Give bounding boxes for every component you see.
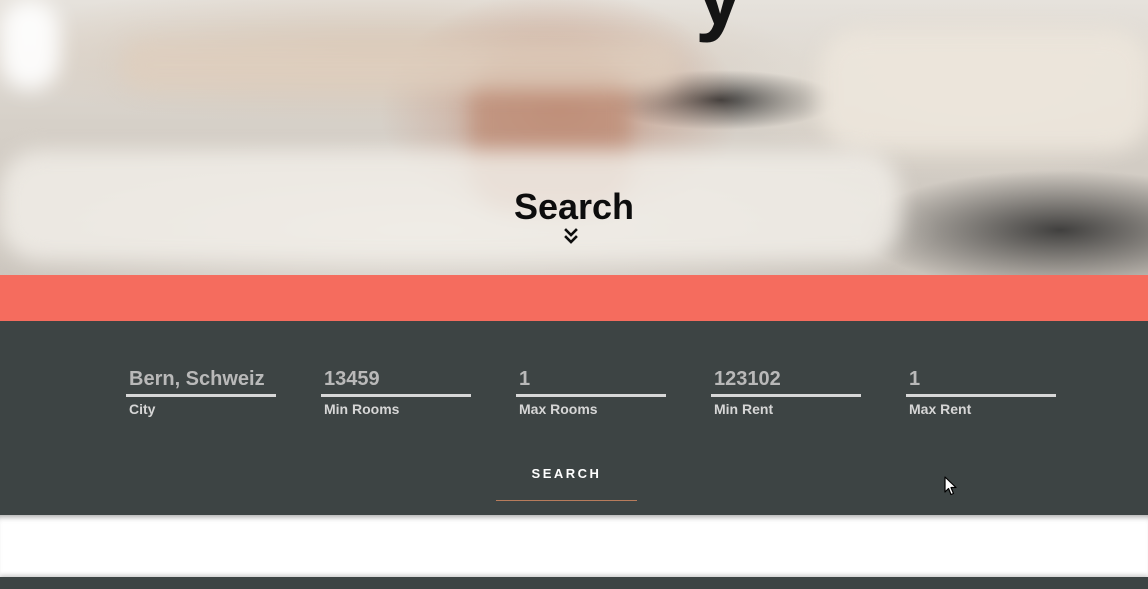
search-form: City Min Rooms Max Rooms Min Rent Max Re… [0, 321, 1148, 515]
max-rent-field: Max Rent [906, 365, 1056, 417]
accent-band [0, 275, 1148, 321]
hero-sofa-shape [820, 30, 1148, 150]
footer-strip [0, 577, 1148, 589]
city-input[interactable] [126, 365, 276, 397]
mouse-cursor-icon [944, 476, 957, 496]
min-rent-label: Min Rent [714, 401, 774, 417]
min-rent-input[interactable] [711, 365, 861, 397]
hero-tabletop-shape [120, 40, 680, 90]
max-rent-label: Max Rent [909, 401, 972, 417]
page-title: Search [513, 186, 635, 227]
search-button[interactable]: SEARCH [496, 459, 637, 501]
max-rooms-field: Max Rooms [516, 365, 666, 417]
hero-window-shape [0, 0, 60, 90]
chevron-double-down-icon[interactable] [564, 228, 578, 244]
city-label: City [129, 401, 156, 417]
min-rooms-label: Min Rooms [324, 401, 400, 417]
max-rooms-input[interactable] [516, 365, 666, 397]
hero-banner: y Search [0, 0, 1148, 275]
min-rooms-field: Min Rooms [321, 365, 471, 417]
city-field: City [126, 365, 276, 417]
min-rent-field: Min Rent [711, 365, 861, 417]
max-rent-input[interactable] [906, 365, 1056, 397]
hero-headline-fragment: y [695, 0, 744, 38]
content-area [0, 515, 1148, 577]
max-rooms-label: Max Rooms [519, 401, 598, 417]
min-rooms-input[interactable] [321, 365, 471, 397]
